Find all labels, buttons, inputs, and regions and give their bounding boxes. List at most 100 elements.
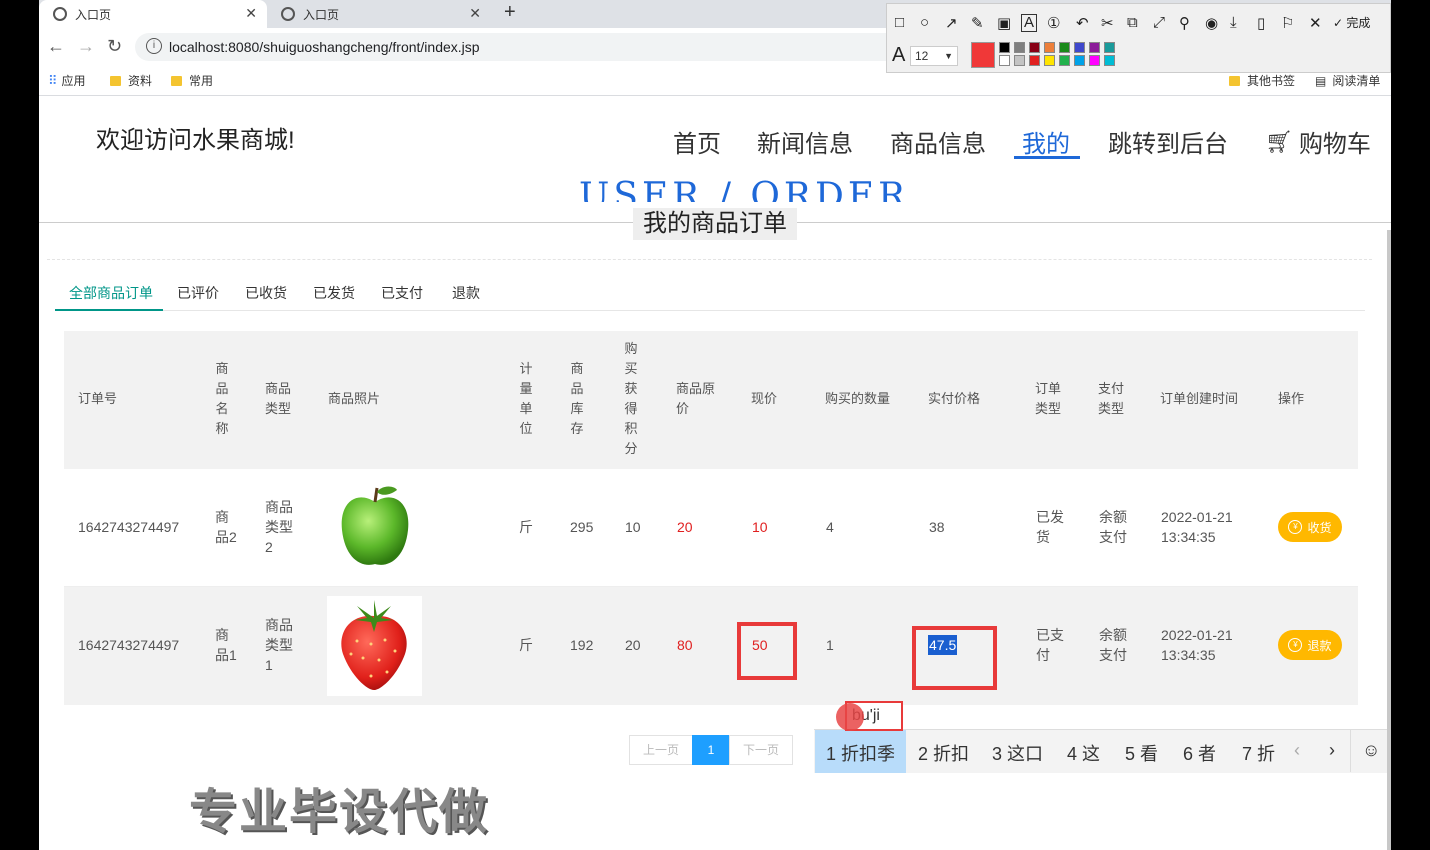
unit: 斤	[519, 637, 533, 653]
chevron-left-icon[interactable]: ‹	[1294, 740, 1300, 761]
ime-candidate[interactable]: 7 折	[1242, 740, 1275, 766]
created-date: 2022-01-21	[1161, 509, 1233, 525]
expand-icon[interactable]: ⤢	[1153, 14, 1165, 31]
folder-icon	[110, 75, 121, 86]
bookmark-apps[interactable]: ⠿ 应用	[48, 72, 86, 89]
annotation-rectangle	[737, 622, 797, 680]
color-swatch[interactable]	[999, 55, 1010, 66]
color-swatch[interactable]	[1059, 42, 1070, 53]
pin-icon[interactable]: ⚲	[1179, 14, 1190, 32]
th-price: 现价	[751, 391, 778, 406]
mosaic-icon[interactable]: ▣	[997, 14, 1011, 32]
reload-icon[interactable]: ↻	[107, 36, 122, 57]
tab-label: 入口页	[75, 7, 112, 22]
color-swatch[interactable]	[1104, 55, 1115, 66]
next-page-button[interactable]: 下一页	[729, 735, 793, 765]
color-swatch[interactable]	[1089, 42, 1100, 53]
back-icon[interactable]: ←	[47, 36, 65, 57]
tab-shipped[interactable]: 已发货	[313, 283, 355, 303]
close-icon[interactable]: ✕	[1309, 14, 1322, 32]
table-row: 1642743274497 商品2 商品类型2 斤 295 10 20 10 4…	[64, 469, 1358, 587]
color-swatch[interactable]	[1014, 55, 1025, 66]
nav-cart[interactable]: 🛒︎ 购物车	[1265, 124, 1371, 159]
new-tab-button[interactable]: +	[504, 1, 516, 24]
color-swatch[interactable]	[1104, 42, 1115, 53]
pencil-icon[interactable]: ✎	[971, 14, 984, 32]
refund-button[interactable]: ¥ 退款	[1278, 630, 1342, 660]
page-1-button[interactable]: 1	[692, 735, 730, 765]
forward-icon[interactable]: →	[77, 36, 95, 57]
ime-candidate[interactable]: 4 这	[1067, 740, 1100, 766]
ime-candidate[interactable]: 1 折扣季	[826, 740, 895, 766]
close-icon[interactable]: ✕	[469, 5, 481, 22]
ime-candidate[interactable]: 6 者	[1183, 740, 1216, 766]
ime-candidate[interactable]: 2 折扣	[918, 740, 969, 766]
price: 10	[752, 519, 768, 535]
color-swatch[interactable]	[1059, 55, 1070, 66]
circle-icon[interactable]: ○	[920, 14, 929, 31]
ime-candidate[interactable]: 3 这口	[992, 740, 1043, 766]
info-icon[interactable]: i	[146, 38, 162, 54]
arrow-icon[interactable]: ↗	[945, 14, 958, 32]
font-size-select[interactable]: 12 ▼	[910, 46, 958, 66]
tab-refund[interactable]: 退款	[452, 283, 480, 303]
color-swatch[interactable]	[1089, 55, 1100, 66]
color-swatch[interactable]	[1044, 42, 1055, 53]
ime-candidate[interactable]: 5 看	[1125, 740, 1158, 766]
color-swatch[interactable]	[1044, 55, 1055, 66]
tab-2[interactable]: 入口页 ✕	[269, 0, 491, 28]
emoji-icon[interactable]: ☺	[1362, 740, 1380, 761]
th-product-name: 商品名称	[215, 361, 229, 436]
yen-icon: ¥	[1288, 638, 1303, 652]
cut-icon[interactable]: ✂	[1101, 14, 1114, 32]
number-icon[interactable]: ①	[1047, 14, 1060, 32]
nav-news[interactable]: 新闻信息	[757, 124, 853, 159]
phone-icon[interactable]: ▯	[1257, 14, 1265, 32]
section-title: 我的商品订单	[633, 208, 797, 240]
tab-1[interactable]: 入口页 ✕	[39, 0, 267, 28]
text-icon[interactable]: A	[1021, 14, 1038, 32]
color-swatch[interactable]	[999, 42, 1010, 53]
chevron-right-icon[interactable]: ›	[1329, 740, 1335, 761]
color-swatch[interactable]	[1029, 55, 1040, 66]
globe-icon	[281, 7, 295, 21]
bookmark-folder[interactable]: 常用	[171, 72, 213, 89]
receive-button[interactable]: ¥ 收货	[1278, 512, 1342, 542]
current-color[interactable]	[971, 42, 995, 68]
url-text[interactable]: localhost:8080/shuiguoshangcheng/front/i…	[169, 39, 480, 55]
scrollbar[interactable]	[1387, 230, 1391, 850]
color-swatch[interactable]	[1074, 55, 1085, 66]
product-name: 商品1	[215, 627, 237, 663]
yen-icon: ¥	[1288, 520, 1303, 534]
nav-admin[interactable]: 跳转到后台	[1108, 124, 1228, 159]
done-button[interactable]: ✓ 完成	[1333, 14, 1370, 31]
annotation-rectangle	[912, 626, 997, 690]
tab-all-orders[interactable]: 全部商品订单	[69, 283, 153, 303]
nav-products[interactable]: 商品信息	[890, 124, 986, 159]
th-product-type: 商品类型	[265, 381, 292, 416]
stock: 295	[570, 519, 594, 535]
bookmark-other[interactable]: 其他书签	[1229, 72, 1295, 89]
tab-paid[interactable]: 已支付	[381, 283, 423, 303]
nav-mine[interactable]: 我的	[1022, 124, 1070, 159]
record-icon[interactable]: ◉	[1205, 14, 1218, 32]
rectangle-icon[interactable]: □	[895, 14, 904, 31]
bookmark-folder[interactable]: 资料	[110, 72, 152, 89]
cart-icon: 🛒︎	[1265, 128, 1293, 154]
translate-icon[interactable]: ⧉	[1127, 14, 1138, 31]
th-paid: 实付价格	[928, 391, 981, 406]
bookmark-reading-list[interactable]: ▤ 阅读清单	[1315, 72, 1380, 89]
undo-icon[interactable]: ↶	[1076, 14, 1089, 32]
bookmark-icon[interactable]: ⚐	[1281, 14, 1294, 32]
prev-page-button[interactable]: 上一页	[629, 735, 693, 765]
tab-received[interactable]: 已收货	[245, 283, 287, 303]
close-icon[interactable]: ✕	[245, 5, 257, 22]
color-swatch[interactable]	[1014, 42, 1025, 53]
color-swatch[interactable]	[1029, 42, 1040, 53]
th-qty: 购买的数量	[825, 391, 891, 406]
unit: 斤	[519, 519, 533, 535]
color-swatch[interactable]	[1074, 42, 1085, 53]
tab-reviewed[interactable]: 已评价	[177, 283, 219, 303]
nav-home[interactable]: 首页	[673, 124, 721, 159]
download-icon[interactable]: ⤓	[1230, 14, 1237, 31]
